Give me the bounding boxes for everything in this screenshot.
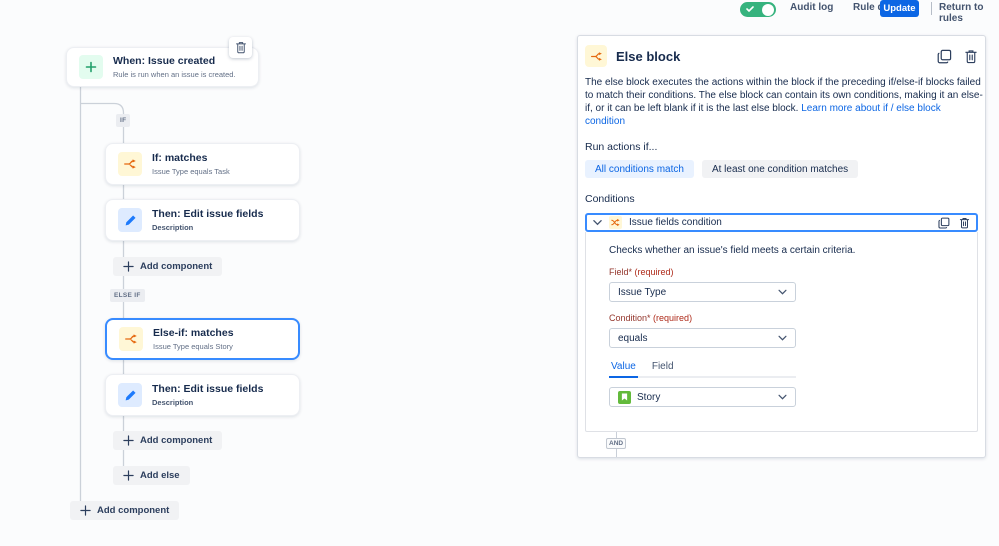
issue-fields-condition-header[interactable]: Issue fields condition [585,213,978,232]
audit-log-link[interactable]: Audit log [790,2,833,13]
add-component-label: Add component [140,435,213,446]
else-if-branch-badge: ELSE IF [110,289,145,302]
panel-description: The else block executes the actions with… [585,76,983,128]
branch-icon [119,327,143,351]
run-actions-label: Run actions if... [585,141,658,153]
trigger-subtitle: Rule is run when an issue is created. [113,70,236,79]
value-field-tabs: Value Field [609,361,796,378]
else-block-config-panel: Else block The else block executes the a… [577,35,986,458]
value-select-value: Story [637,391,661,403]
else-if-block-card[interactable]: Else-if: matches Issue Type equals Story [105,318,300,360]
tab-field[interactable]: Field [650,361,676,376]
copy-icon [937,49,952,63]
check-icon [746,6,754,13]
tab-all-conditions-match[interactable]: All conditions match [585,160,694,178]
return-to-rules-link[interactable]: Return to rules [939,2,999,24]
condition-label-name: Condition* [609,313,651,323]
trash-icon [965,49,977,63]
story-issue-type-icon [618,390,631,404]
panel-header: Else block [585,45,978,67]
then-block-title: Then: Edit issue fields [152,208,264,220]
trash-icon [959,217,970,228]
then-block-card-2[interactable]: Then: Edit issue fields Description [105,374,300,416]
else-if-block-title: Else-if: matches [153,327,234,339]
trash-icon [235,42,246,54]
value-select[interactable]: Story [609,387,796,407]
rule-enabled-toggle[interactable] [740,2,776,17]
shuffle-icon [609,216,622,229]
field-label: Field* (required) [609,267,977,277]
if-block-subtitle: Issue Type equals Task [152,167,230,176]
conditions-section-label: Conditions [585,193,635,205]
toolbar-divider [931,2,932,15]
then-block-card-1[interactable]: Then: Edit issue fields Description [105,199,300,241]
tab-value[interactable]: Value [609,361,638,378]
add-component-label: Add component [140,261,213,272]
plus-icon [123,261,134,272]
field-select[interactable]: Issue Type [609,282,796,302]
match-mode-tabs: All conditions match At least one condit… [585,160,978,178]
condition-select-value: equals [618,332,648,344]
add-component-button-1[interactable]: Add component [113,257,223,276]
duplicate-condition-button[interactable] [938,217,950,229]
add-else-label: Add else [140,470,180,481]
add-conditions-button[interactable]: Add conditions... [585,457,978,458]
trigger-title: When: Issue created [113,55,216,67]
condition-select[interactable]: equals [609,328,796,348]
add-component-label: Add component [97,505,170,516]
then-block-title: Then: Edit issue fields [152,383,264,395]
plus-icon [123,435,134,446]
trigger-plus-icon [79,55,103,79]
chevron-down-icon [778,289,787,295]
if-block-title: If: matches [152,152,208,164]
toggle-knob [762,3,774,16]
and-connector: AND [585,432,978,457]
if-branch-badge: IF [116,114,131,127]
chevron-down-icon [778,394,787,400]
if-block-card[interactable]: If: matches Issue Type equals Task [105,143,300,185]
delete-trigger-button[interactable] [229,37,252,58]
update-button[interactable]: Update [880,0,919,17]
field-label-name: Field* [609,267,633,277]
plus-icon [80,505,91,516]
then-block-subtitle: Description [152,398,194,407]
top-toolbar: Audit log Rule details Update Return to … [0,0,999,24]
condition-required-hint: (required) [653,313,693,323]
condition-description: Checks whether an issue's field meets a … [609,245,856,256]
pencil-icon [118,383,142,407]
field-select-value: Issue Type [618,286,667,298]
panel-title: Else block [616,48,681,64]
branch-icon [118,152,142,176]
plus-icon [123,470,134,481]
delete-block-button[interactable] [964,49,978,64]
copy-icon [938,217,950,229]
condition-title: Issue fields condition [629,217,722,228]
add-else-button[interactable]: Add else [113,466,190,485]
issue-fields-condition-body: Checks whether an issue's field meets a … [585,232,978,432]
tab-at-least-one-condition[interactable]: At least one condition matches [701,160,859,178]
pencil-icon [118,208,142,232]
chevron-down-icon [593,220,602,226]
else-if-block-subtitle: Issue Type equals Story [153,342,233,351]
duplicate-block-button[interactable] [937,49,952,64]
add-component-button-3[interactable]: Add component [70,501,180,520]
then-block-subtitle: Description [152,223,194,232]
field-required-hint: (required) [634,267,674,277]
add-component-button-2[interactable]: Add component [113,431,223,450]
branch-icon [585,45,607,67]
delete-condition-button[interactable] [959,217,970,229]
chevron-down-icon [778,335,787,341]
and-badge: AND [606,438,627,449]
condition-label: Condition* (required) [609,313,977,323]
